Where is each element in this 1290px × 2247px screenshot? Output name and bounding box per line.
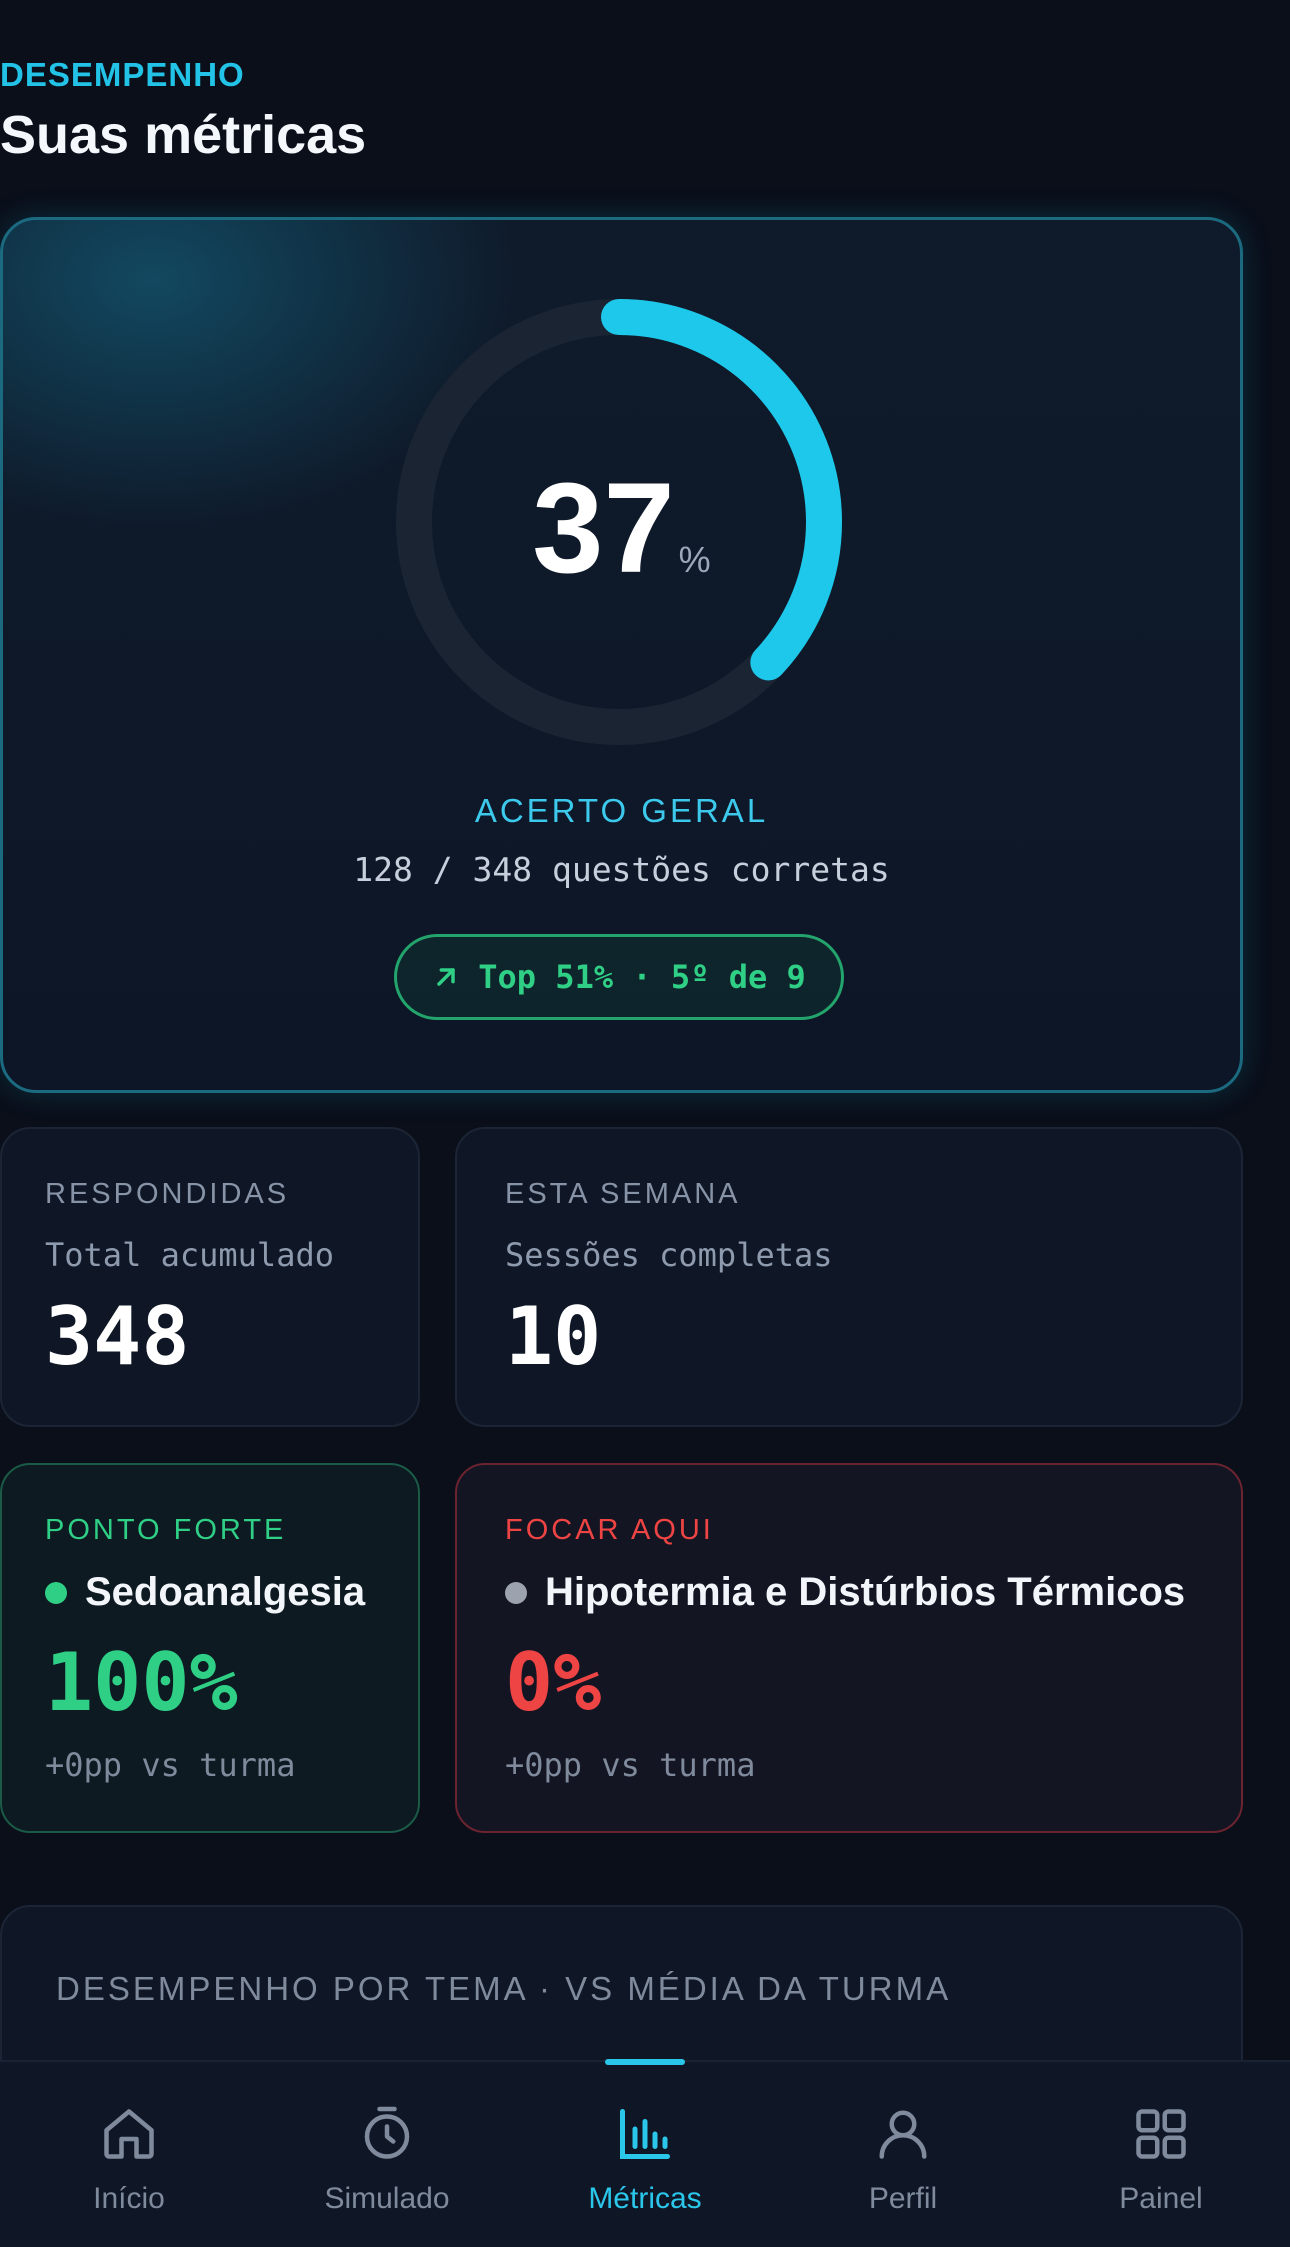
overall-accuracy-unit: % — [678, 539, 711, 580]
overall-accuracy-number: 37 — [532, 457, 675, 600]
nav-item-metricas[interactable]: Métricas — [516, 2060, 774, 2247]
nav-label-painel: Painel — [1119, 2182, 1203, 2215]
nav-label-inicio: Início — [93, 2182, 165, 2215]
overall-accuracy-label: ACERTO GERAL — [474, 792, 769, 829]
week-value: 10 — [505, 1290, 602, 1383]
nav-item-painel[interactable]: Painel — [1032, 2060, 1290, 2247]
answered-label: RESPONDIDAS — [45, 1178, 290, 1210]
nav-item-simulado[interactable]: Simulado — [258, 2060, 516, 2247]
strong-point-value: 100% — [45, 1636, 238, 1729]
nav-item-perfil[interactable]: Perfil — [774, 2060, 1032, 2247]
overall-accuracy: 37% — [0, 455, 1243, 602]
topic-performance-title: DESEMPENHO POR TEMA · VS MÉDIA DA TURMA — [56, 1970, 952, 2007]
bar-chart-icon — [620, 2109, 670, 2159]
answered-value: 348 — [45, 1290, 190, 1383]
nav-label-perfil: Perfil — [868, 2182, 938, 2215]
focus-value: 0% — [505, 1636, 602, 1729]
rank-badge: Top 51% · 5º de 9 — [394, 934, 844, 1020]
week-sub: Sessões completas — [505, 1236, 833, 1274]
nav-label-metricas: Métricas — [588, 2182, 702, 2215]
user-icon — [879, 2110, 927, 2159]
strong-point-topic: Sedoanalgesia — [45, 1570, 365, 1615]
focus-topic: Hipotermia e Distúrbios Térmicos — [505, 1570, 1185, 1615]
correct-count: 128 / 348 questões corretas — [353, 850, 890, 889]
arrow-up-right-icon — [437, 968, 455, 986]
strong-point-topic-text: Sedoanalgesia — [85, 1570, 366, 1614]
nav-label-simulado: Simulado — [324, 2182, 450, 2215]
focus-compare: +0pp vs turma — [505, 1746, 756, 1784]
section-eyebrow: DESEMPENHO — [0, 56, 245, 93]
week-label: ESTA SEMANA — [505, 1178, 741, 1210]
page-title: Suas métricas — [0, 105, 367, 165]
rank-text: Top 51% · 5º de 9 — [478, 958, 806, 996]
focus-dot-icon — [505, 1581, 527, 1604]
timer-icon — [364, 2106, 410, 2159]
focus-label: FOCAR AQUI — [505, 1514, 714, 1546]
grid-icon — [1136, 2109, 1186, 2159]
home-icon — [104, 2109, 154, 2159]
strong-dot-icon — [45, 1581, 67, 1604]
nav-item-inicio[interactable]: Início — [0, 2060, 258, 2247]
focus-topic-text: Hipotermia e Distúrbios Térmicos — [545, 1570, 1186, 1614]
answered-sub: Total acumulado — [45, 1236, 334, 1274]
strong-point-label: PONTO FORTE — [45, 1514, 287, 1546]
strong-point-compare: +0pp vs turma — [45, 1746, 296, 1784]
